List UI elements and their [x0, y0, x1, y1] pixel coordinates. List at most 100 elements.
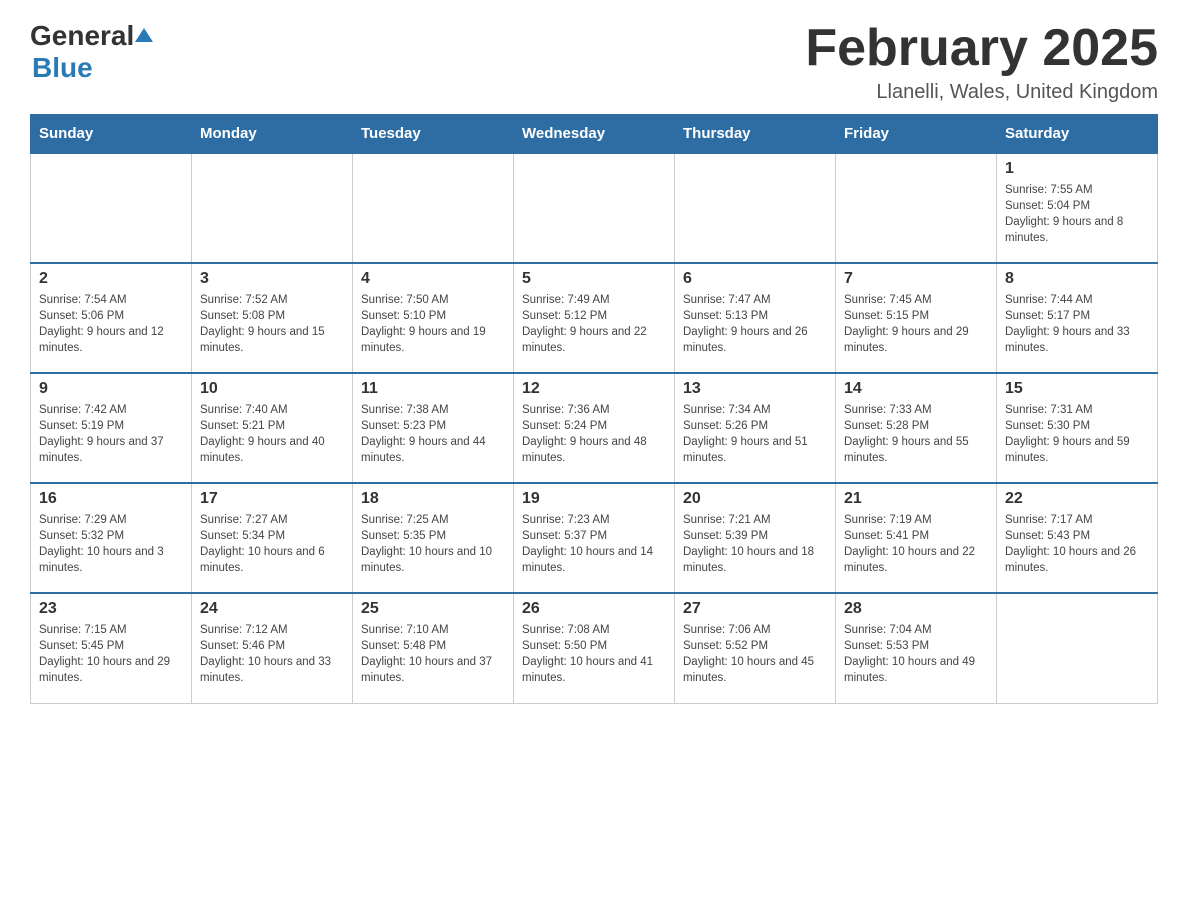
calendar-cell: 20 Sunrise: 7:21 AM Sunset: 5:39 PM Dayli… [675, 483, 836, 593]
calendar-cell: 11 Sunrise: 7:38 AM Sunset: 5:23 PM Dayli… [353, 373, 514, 483]
calendar-cell: 2Sunrise: 7:54 AM Sunset: 5:06 PM Daylig… [31, 263, 192, 373]
day-info: Sunrise: 7:52 AM Sunset: 5:08 PM Dayligh… [200, 292, 344, 356]
day-number: 18 [361, 490, 505, 508]
calendar-cell [997, 593, 1158, 703]
calendar-cell: 12 Sunrise: 7:36 AM Sunset: 5:24 PM Dayli… [514, 373, 675, 483]
day-number: 17 [200, 490, 344, 508]
day-info: Sunrise: 7:17 AM Sunset: 5:43 PM Dayligh… [1005, 512, 1149, 576]
day-info: Sunrise: 7:36 AM Sunset: 5:24 PM Dayligh… [522, 402, 666, 466]
day-info: Sunrise: 7:38 AM Sunset: 5:23 PM Dayligh… [361, 402, 505, 466]
day-number: 22 [1005, 490, 1149, 508]
day-info: Sunrise: 7:27 AM Sunset: 5:34 PM Dayligh… [200, 512, 344, 576]
calendar-cell [31, 153, 192, 263]
day-number: 20 [683, 490, 827, 508]
day-number: 28 [844, 600, 988, 618]
title-section: February 2025 Llanelli, Wales, United Ki… [805, 20, 1158, 104]
calendar-cell: 6 Sunrise: 7:47 AM Sunset: 5:13 PM Daylig… [675, 263, 836, 373]
calendar-cell: 23 Sunrise: 7:15 AM Sunset: 5:45 PM Dayli… [31, 593, 192, 703]
calendar-cell: 27Sunrise: 7:06 AM Sunset: 5:52 PM Dayli… [675, 593, 836, 703]
location-subtitle: Llanelli, Wales, United Kingdom [805, 81, 1158, 104]
day-number: 6 [683, 270, 827, 288]
logo: General Blue [30, 20, 153, 84]
col-saturday: Saturday [997, 115, 1158, 154]
day-info: Sunrise: 7:12 AM Sunset: 5:46 PM Dayligh… [200, 622, 344, 686]
month-title: February 2025 [805, 20, 1158, 77]
day-number: 8 [1005, 270, 1149, 288]
day-info: Sunrise: 7:55 AM Sunset: 5:04 PM Dayligh… [1005, 182, 1149, 246]
page-header: General Blue February 2025 Llanelli, Wal… [30, 20, 1158, 104]
day-number: 26 [522, 600, 666, 618]
calendar-cell: 14 Sunrise: 7:33 AM Sunset: 5:28 PM Dayli… [836, 373, 997, 483]
week-row-0: 1 Sunrise: 7:55 AM Sunset: 5:04 PM Daylig… [31, 153, 1158, 263]
col-monday: Monday [192, 115, 353, 154]
week-row-2: 9 Sunrise: 7:42 AM Sunset: 5:19 PM Daylig… [31, 373, 1158, 483]
calendar-header-row: Sunday Monday Tuesday Wednesday Thursday… [31, 115, 1158, 154]
day-info: Sunrise: 7:50 AM Sunset: 5:10 PM Dayligh… [361, 292, 505, 356]
calendar-cell: 8 Sunrise: 7:44 AM Sunset: 5:17 PM Daylig… [997, 263, 1158, 373]
day-info: Sunrise: 7:45 AM Sunset: 5:15 PM Dayligh… [844, 292, 988, 356]
day-number: 2 [39, 270, 183, 288]
logo-triangle-icon [134, 28, 153, 44]
calendar-cell: 9 Sunrise: 7:42 AM Sunset: 5:19 PM Daylig… [31, 373, 192, 483]
calendar-cell [353, 153, 514, 263]
day-number: 1 [1005, 160, 1149, 178]
calendar-cell: 4 Sunrise: 7:50 AM Sunset: 5:10 PM Daylig… [353, 263, 514, 373]
calendar-cell: 25 Sunrise: 7:10 AM Sunset: 5:48 PM Dayli… [353, 593, 514, 703]
logo-general-text: General [30, 20, 134, 52]
day-info: Sunrise: 7:40 AM Sunset: 5:21 PM Dayligh… [200, 402, 344, 466]
calendar-cell: 19Sunrise: 7:23 AM Sunset: 5:37 PM Dayli… [514, 483, 675, 593]
calendar-cell: 17 Sunrise: 7:27 AM Sunset: 5:34 PM Dayli… [192, 483, 353, 593]
day-info: Sunrise: 7:44 AM Sunset: 5:17 PM Dayligh… [1005, 292, 1149, 356]
day-number: 7 [844, 270, 988, 288]
day-number: 12 [522, 380, 666, 398]
day-info: Sunrise: 7:34 AM Sunset: 5:26 PM Dayligh… [683, 402, 827, 466]
calendar-cell: 28 Sunrise: 7:04 AM Sunset: 5:53 PM Dayli… [836, 593, 997, 703]
day-info: Sunrise: 7:08 AM Sunset: 5:50 PM Dayligh… [522, 622, 666, 686]
day-info: Sunrise: 7:15 AM Sunset: 5:45 PM Dayligh… [39, 622, 183, 686]
week-row-4: 23 Sunrise: 7:15 AM Sunset: 5:45 PM Dayli… [31, 593, 1158, 703]
calendar-cell [192, 153, 353, 263]
calendar-cell: 16Sunrise: 7:29 AM Sunset: 5:32 PM Dayli… [31, 483, 192, 593]
day-number: 27 [683, 600, 827, 618]
col-sunday: Sunday [31, 115, 192, 154]
calendar-cell: 10 Sunrise: 7:40 AM Sunset: 5:21 PM Dayli… [192, 373, 353, 483]
day-number: 14 [844, 380, 988, 398]
col-friday: Friday [836, 115, 997, 154]
day-number: 21 [844, 490, 988, 508]
day-number: 24 [200, 600, 344, 618]
logo-blue-text: Blue [32, 52, 93, 83]
calendar-cell: 26 Sunrise: 7:08 AM Sunset: 5:50 PM Dayli… [514, 593, 675, 703]
day-number: 23 [39, 600, 183, 618]
calendar-cell: 13 Sunrise: 7:34 AM Sunset: 5:26 PM Dayli… [675, 373, 836, 483]
day-number: 10 [200, 380, 344, 398]
week-row-3: 16Sunrise: 7:29 AM Sunset: 5:32 PM Dayli… [31, 483, 1158, 593]
calendar-cell [675, 153, 836, 263]
day-number: 4 [361, 270, 505, 288]
col-tuesday: Tuesday [353, 115, 514, 154]
day-number: 25 [361, 600, 505, 618]
day-info: Sunrise: 7:04 AM Sunset: 5:53 PM Dayligh… [844, 622, 988, 686]
day-info: Sunrise: 7:10 AM Sunset: 5:48 PM Dayligh… [361, 622, 505, 686]
day-info: Sunrise: 7:25 AM Sunset: 5:35 PM Dayligh… [361, 512, 505, 576]
day-info: Sunrise: 7:49 AM Sunset: 5:12 PM Dayligh… [522, 292, 666, 356]
day-number: 15 [1005, 380, 1149, 398]
day-number: 19 [522, 490, 666, 508]
day-info: Sunrise: 7:42 AM Sunset: 5:19 PM Dayligh… [39, 402, 183, 466]
day-info: Sunrise: 7:33 AM Sunset: 5:28 PM Dayligh… [844, 402, 988, 466]
day-info: Sunrise: 7:19 AM Sunset: 5:41 PM Dayligh… [844, 512, 988, 576]
calendar-cell: 3 Sunrise: 7:52 AM Sunset: 5:08 PM Daylig… [192, 263, 353, 373]
week-row-1: 2Sunrise: 7:54 AM Sunset: 5:06 PM Daylig… [31, 263, 1158, 373]
day-info: Sunrise: 7:21 AM Sunset: 5:39 PM Dayligh… [683, 512, 827, 576]
day-number: 11 [361, 380, 505, 398]
day-info: Sunrise: 7:47 AM Sunset: 5:13 PM Dayligh… [683, 292, 827, 356]
day-number: 13 [683, 380, 827, 398]
col-thursday: Thursday [675, 115, 836, 154]
calendar-cell: 15Sunrise: 7:31 AM Sunset: 5:30 PM Dayli… [997, 373, 1158, 483]
day-number: 3 [200, 270, 344, 288]
col-wednesday: Wednesday [514, 115, 675, 154]
day-info: Sunrise: 7:29 AM Sunset: 5:32 PM Dayligh… [39, 512, 183, 576]
calendar-cell: 1 Sunrise: 7:55 AM Sunset: 5:04 PM Daylig… [997, 153, 1158, 263]
day-number: 9 [39, 380, 183, 398]
calendar-cell [836, 153, 997, 263]
calendar-cell: 21 Sunrise: 7:19 AM Sunset: 5:41 PM Dayli… [836, 483, 997, 593]
